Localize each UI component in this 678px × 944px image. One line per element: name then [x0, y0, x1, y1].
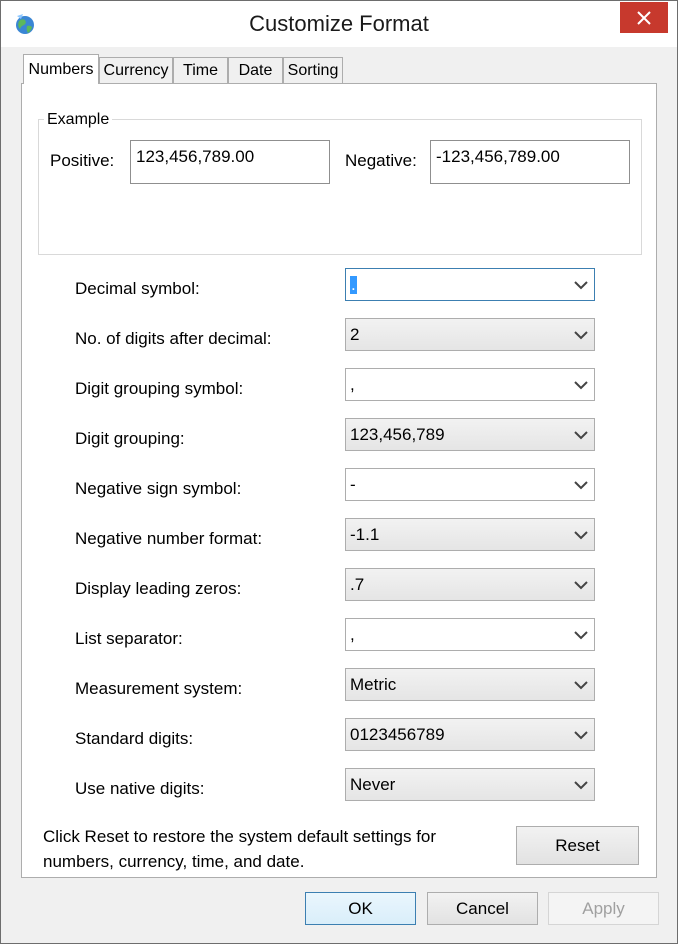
reset-note-line-2: numbers, currency, time, and date. — [43, 852, 305, 871]
chevron-down-icon — [574, 781, 588, 790]
chevron-down-icon — [574, 481, 588, 490]
tab-sorting[interactable]: Sorting — [283, 57, 343, 83]
negative-sign-symbol-value: - — [350, 475, 356, 494]
standard-digits-combo[interactable]: 0123456789 — [345, 718, 595, 751]
cancel-button[interactable]: Cancel — [427, 892, 538, 925]
tab-time[interactable]: Time — [173, 57, 228, 83]
customize-format-dialog: Customize Format Numbers Currency Time D… — [0, 0, 678, 944]
list-separator-combo[interactable]: , — [345, 618, 595, 651]
decimal-symbol-combo[interactable]: . — [345, 268, 595, 301]
negative-label: Negative: — [345, 151, 417, 170]
measurement-system-combo[interactable]: Metric — [345, 668, 595, 701]
tab-numbers[interactable]: Numbers — [23, 54, 99, 84]
chevron-down-icon — [574, 431, 588, 440]
list-separator-label: List separator: — [75, 629, 183, 648]
display-leading-zeros-combo[interactable]: .7 — [345, 568, 595, 601]
chevron-down-icon — [574, 681, 588, 690]
standard-digits-value: 0123456789 — [350, 725, 445, 744]
chevron-down-icon — [574, 731, 588, 740]
apply-button[interactable]: Apply — [548, 892, 659, 925]
ok-button[interactable]: OK — [305, 892, 416, 925]
close-button[interactable] — [620, 2, 668, 33]
negative-number-format-label: Negative number format: — [75, 529, 263, 548]
positive-label: Positive: — [50, 151, 115, 170]
chevron-down-icon — [574, 331, 588, 340]
tab-currency[interactable]: Currency — [99, 57, 173, 83]
display-leading-zeros-value: .7 — [350, 575, 365, 594]
use-native-digits-value: Never — [350, 775, 396, 794]
digit-grouping-symbol-combo[interactable]: , — [345, 368, 595, 401]
negative-sign-symbol-combo[interactable]: - — [345, 468, 595, 501]
tab-date[interactable]: Date — [228, 57, 283, 83]
positive-example-field: 123,456,789.00 — [130, 140, 330, 184]
digit-grouping-value: 123,456,789 — [350, 425, 445, 444]
measurement-system-label: Measurement system: — [75, 679, 243, 698]
reset-instructions: Click Reset to restore the system defaul… — [43, 824, 483, 874]
digits-after-decimal-combo[interactable]: 2 — [345, 318, 595, 351]
negative-example-field: -123,456,789.00 — [430, 140, 630, 184]
reset-button[interactable]: Reset — [516, 826, 639, 865]
example-group-title: Example — [44, 110, 113, 130]
window-title: Customize Format — [249, 11, 429, 36]
list-separator-value: , — [350, 625, 355, 644]
use-native-digits-combo[interactable]: Never — [345, 768, 595, 801]
standard-digits-label: Standard digits: — [75, 729, 194, 748]
negative-sign-symbol-label: Negative sign symbol: — [75, 479, 242, 498]
digit-grouping-combo[interactable]: 123,456,789 — [345, 418, 595, 451]
measurement-system-value: Metric — [350, 675, 397, 694]
decimal-symbol-value: . — [350, 275, 357, 294]
use-native-digits-label: Use native digits: — [75, 779, 205, 798]
display-leading-zeros-label: Display leading zeros: — [75, 579, 242, 598]
digit-grouping-symbol-label: Digit grouping symbol: — [75, 379, 244, 398]
digits-after-decimal-label: No. of digits after decimal: — [75, 329, 272, 348]
negative-number-format-combo[interactable]: -1.1 — [345, 518, 595, 551]
digit-grouping-label: Digit grouping: — [75, 429, 185, 448]
title-bar[interactable]: Customize Format — [1, 1, 677, 47]
decimal-symbol-label: Decimal symbol: — [75, 279, 200, 298]
chevron-down-icon — [574, 581, 588, 590]
chevron-down-icon — [574, 531, 588, 540]
chevron-down-icon — [574, 381, 588, 390]
digits-after-decimal-value: 2 — [350, 325, 360, 344]
chevron-down-icon — [574, 281, 588, 290]
close-icon — [637, 10, 651, 25]
chevron-down-icon — [574, 631, 588, 640]
digit-grouping-symbol-value: , — [350, 375, 355, 394]
reset-note-line-1: Click Reset to restore the system defaul… — [43, 827, 437, 846]
negative-number-format-value: -1.1 — [350, 525, 380, 544]
